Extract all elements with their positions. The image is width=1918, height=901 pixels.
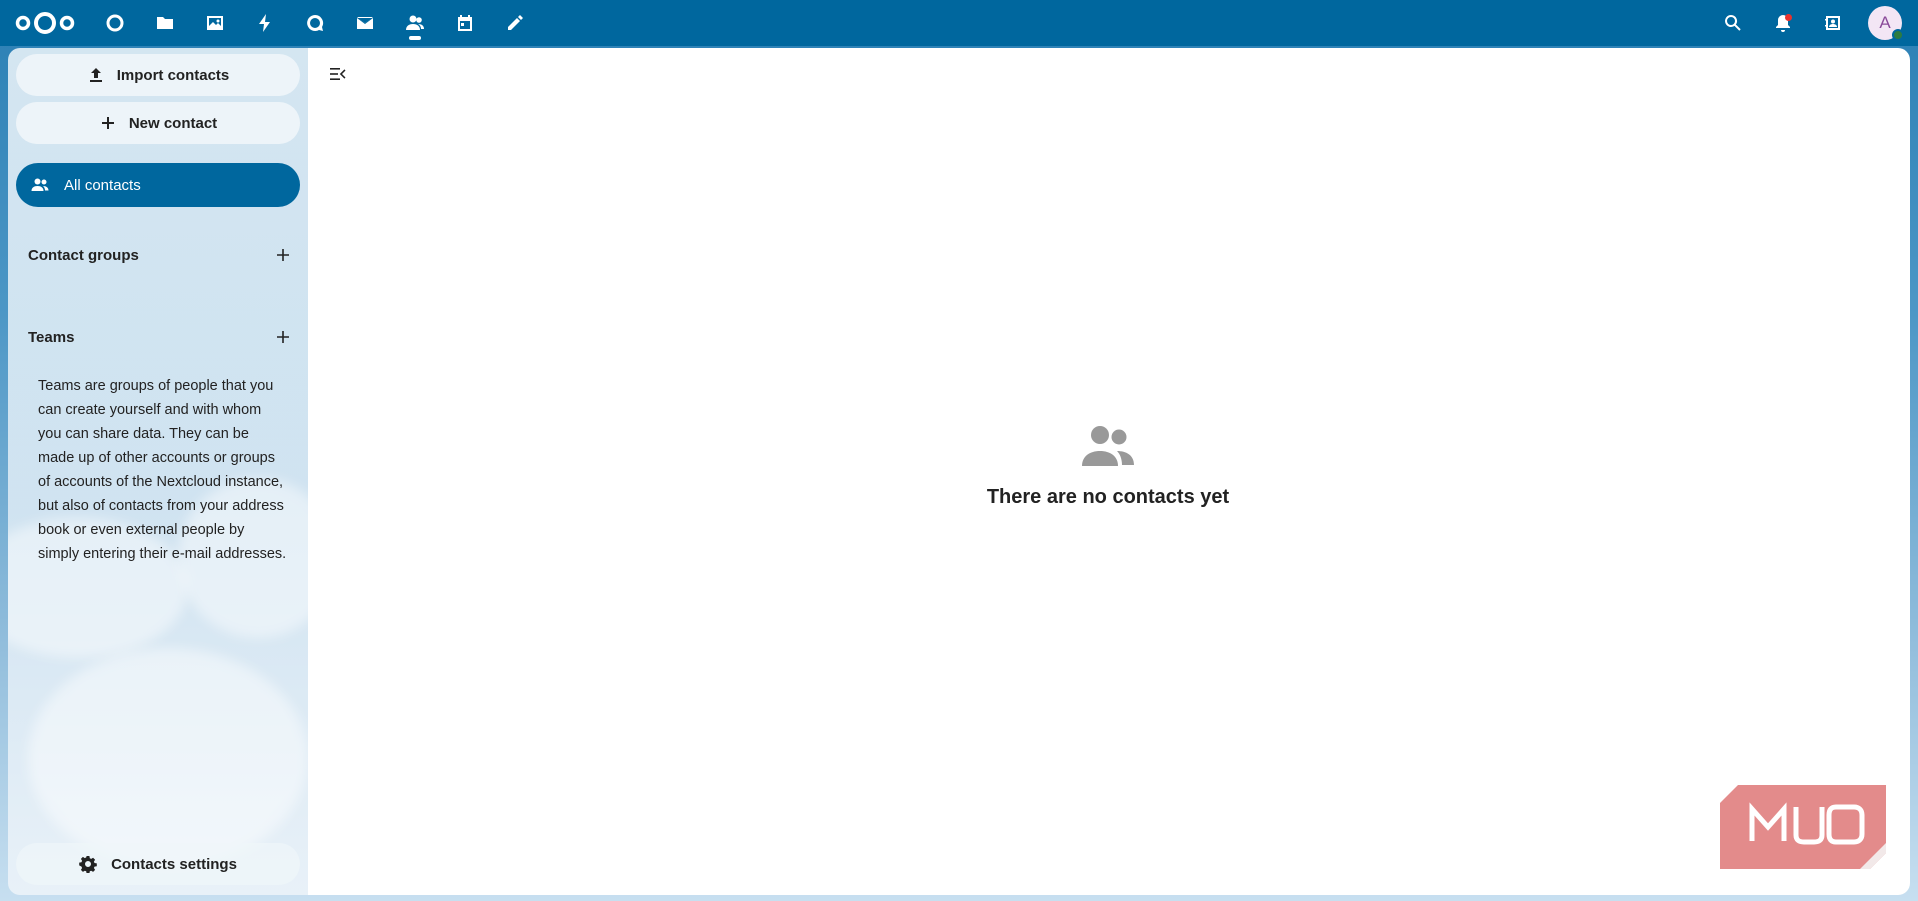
new-contact-label: New contact — [128, 114, 218, 132]
contact-groups-header: Contact groups — [28, 240, 298, 270]
group-icon — [1082, 426, 1134, 466]
image-icon — [207, 16, 223, 30]
import-contacts-button[interactable]: Import contacts — [16, 54, 300, 96]
nextcloud-logo[interactable] — [14, 9, 76, 37]
group-icon — [31, 178, 49, 191]
app-mail[interactable] — [343, 0, 387, 46]
menu-collapse-icon — [330, 68, 346, 80]
bolt-icon — [259, 14, 270, 32]
talk-icon — [307, 14, 324, 31]
sidebar-item-all-contacts[interactable]: All contacts — [16, 163, 300, 207]
calendar-icon — [458, 15, 472, 31]
app-calendar[interactable] — [443, 0, 487, 46]
upload-icon — [89, 68, 102, 82]
app-photos[interactable] — [193, 0, 237, 46]
contacts-settings-label: Contacts settings — [111, 855, 237, 873]
empty-state: There are no contacts yet — [708, 418, 1508, 509]
folder-icon — [157, 17, 173, 29]
muo-watermark-logo — [1718, 783, 1886, 869]
contacts-menu-icon — [1825, 16, 1840, 30]
gear-icon — [79, 856, 97, 873]
teams-description: Teams are groups of people that you can … — [38, 378, 287, 562]
online-status-dot — [1892, 29, 1904, 41]
user-avatar[interactable]: A — [1868, 6, 1904, 41]
add-contact-group-button[interactable] — [268, 240, 298, 270]
app-dashboard[interactable] — [93, 0, 137, 46]
all-contacts-label: All contacts — [64, 176, 141, 194]
pencil-icon — [508, 15, 523, 30]
empty-state-title: There are no contacts yet — [986, 486, 1230, 508]
avatar-letter: A — [1879, 13, 1891, 32]
app-notes[interactable] — [493, 0, 537, 46]
contacts-settings-button[interactable]: Contacts settings — [16, 843, 300, 885]
background-cloud — [28, 648, 308, 868]
notifications-button[interactable] — [1761, 0, 1805, 46]
sidebar: Import contacts New contact All contacts… — [8, 48, 308, 895]
plus-icon — [277, 331, 289, 343]
add-team-button[interactable] — [268, 322, 298, 352]
main-content: There are no contacts yet — [308, 48, 1910, 895]
import-contacts-label: Import contacts — [116, 66, 230, 84]
notification-dot — [1785, 14, 1792, 21]
app-talk[interactable] — [293, 0, 337, 46]
contact-groups-label: Contact groups — [28, 246, 139, 264]
search-button[interactable] — [1711, 0, 1755, 46]
app-activity[interactable] — [243, 0, 287, 46]
plus-icon — [101, 117, 114, 129]
dashboard-icon — [106, 14, 124, 32]
mail-icon — [357, 17, 373, 29]
top-bar: A — [0, 0, 1918, 46]
new-contact-button[interactable]: New contact — [16, 102, 300, 144]
plus-icon — [277, 249, 289, 261]
teams-label: Teams — [28, 328, 75, 346]
search-icon — [1725, 14, 1741, 31]
app-contacts[interactable] — [393, 0, 437, 46]
toggle-navigation-button[interactable] — [326, 62, 350, 86]
contacts-menu-button[interactable] — [1811, 0, 1855, 46]
app-files[interactable] — [143, 0, 187, 46]
contacts-icon — [406, 15, 424, 30]
teams-header: Teams — [28, 322, 298, 352]
